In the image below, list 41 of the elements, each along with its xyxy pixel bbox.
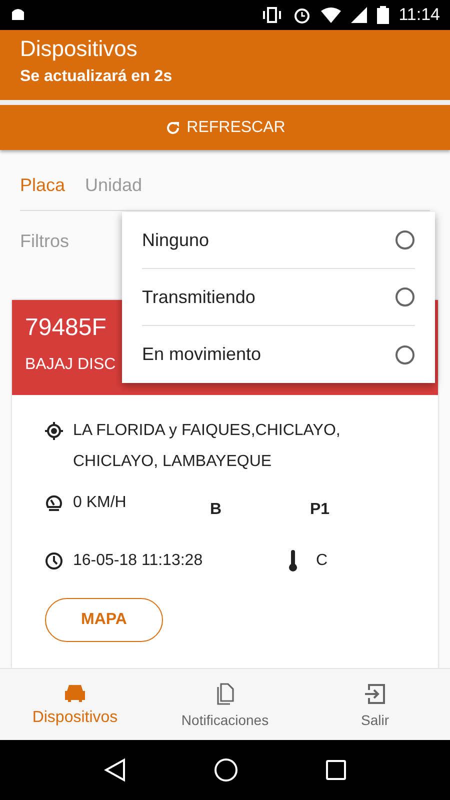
- exit-icon: [363, 682, 387, 706]
- clock-icon: [45, 552, 63, 570]
- plate-text: 79485F: [25, 314, 108, 342]
- nav-item[interactable]: Dispositivos: [0, 669, 150, 741]
- refresh-button[interactable]: REFRESCAR: [0, 105, 450, 150]
- status-code: B: [210, 500, 223, 519]
- home-icon[interactable]: [214, 758, 238, 782]
- vibrate-icon: [260, 7, 283, 23]
- header-title: Dispositivos: [20, 36, 138, 62]
- status-code: P1: [310, 500, 331, 519]
- signal-icon: [350, 7, 367, 23]
- back-icon[interactable]: [104, 758, 126, 782]
- tab[interactable]: Placa: [20, 174, 66, 196]
- header-subtitle: Se actualizará en 2s: [20, 68, 174, 86]
- radio-button[interactable]: [395, 230, 415, 250]
- datetime-text: 16-05-18 11:13:28: [73, 551, 203, 571]
- speedometer-icon: [45, 494, 63, 512]
- map-button[interactable]: MAPA: [45, 598, 163, 642]
- address-text: LA FLORIDA y FAIQUES,CHICLAYO, CHICLAYO, LAMBAYEQUE: [73, 421, 342, 472]
- radio-button[interactable]: [395, 287, 415, 307]
- model-text: BAJAJ DISC: [25, 356, 117, 374]
- radio-button[interactable]: [395, 344, 415, 364]
- recents-icon[interactable]: [326, 760, 346, 780]
- nav-item[interactable]: Notificaciones: [150, 669, 300, 741]
- clock-text: 11:14: [398, 5, 440, 25]
- nav-item[interactable]: Salir: [300, 669, 450, 741]
- thermometer-icon: [288, 550, 298, 572]
- car-icon: [63, 683, 87, 703]
- filters-label: Filtros: [20, 231, 69, 252]
- temperature-text: C: [316, 551, 328, 571]
- tab[interactable]: Unidad: [85, 174, 142, 196]
- speed-text: 0 KM/H: [73, 492, 126, 512]
- location-icon: [45, 422, 63, 440]
- filter-option[interactable]: Transmitiendo: [142, 269, 415, 326]
- document-icon: [215, 682, 235, 706]
- alarm-icon: [292, 6, 311, 24]
- battery-icon: [376, 6, 389, 24]
- filter-option[interactable]: Ninguno: [142, 212, 415, 269]
- wifi-icon: [320, 7, 341, 23]
- refresh-icon: [164, 120, 181, 136]
- filter-option[interactable]: En movimiento: [142, 326, 415, 383]
